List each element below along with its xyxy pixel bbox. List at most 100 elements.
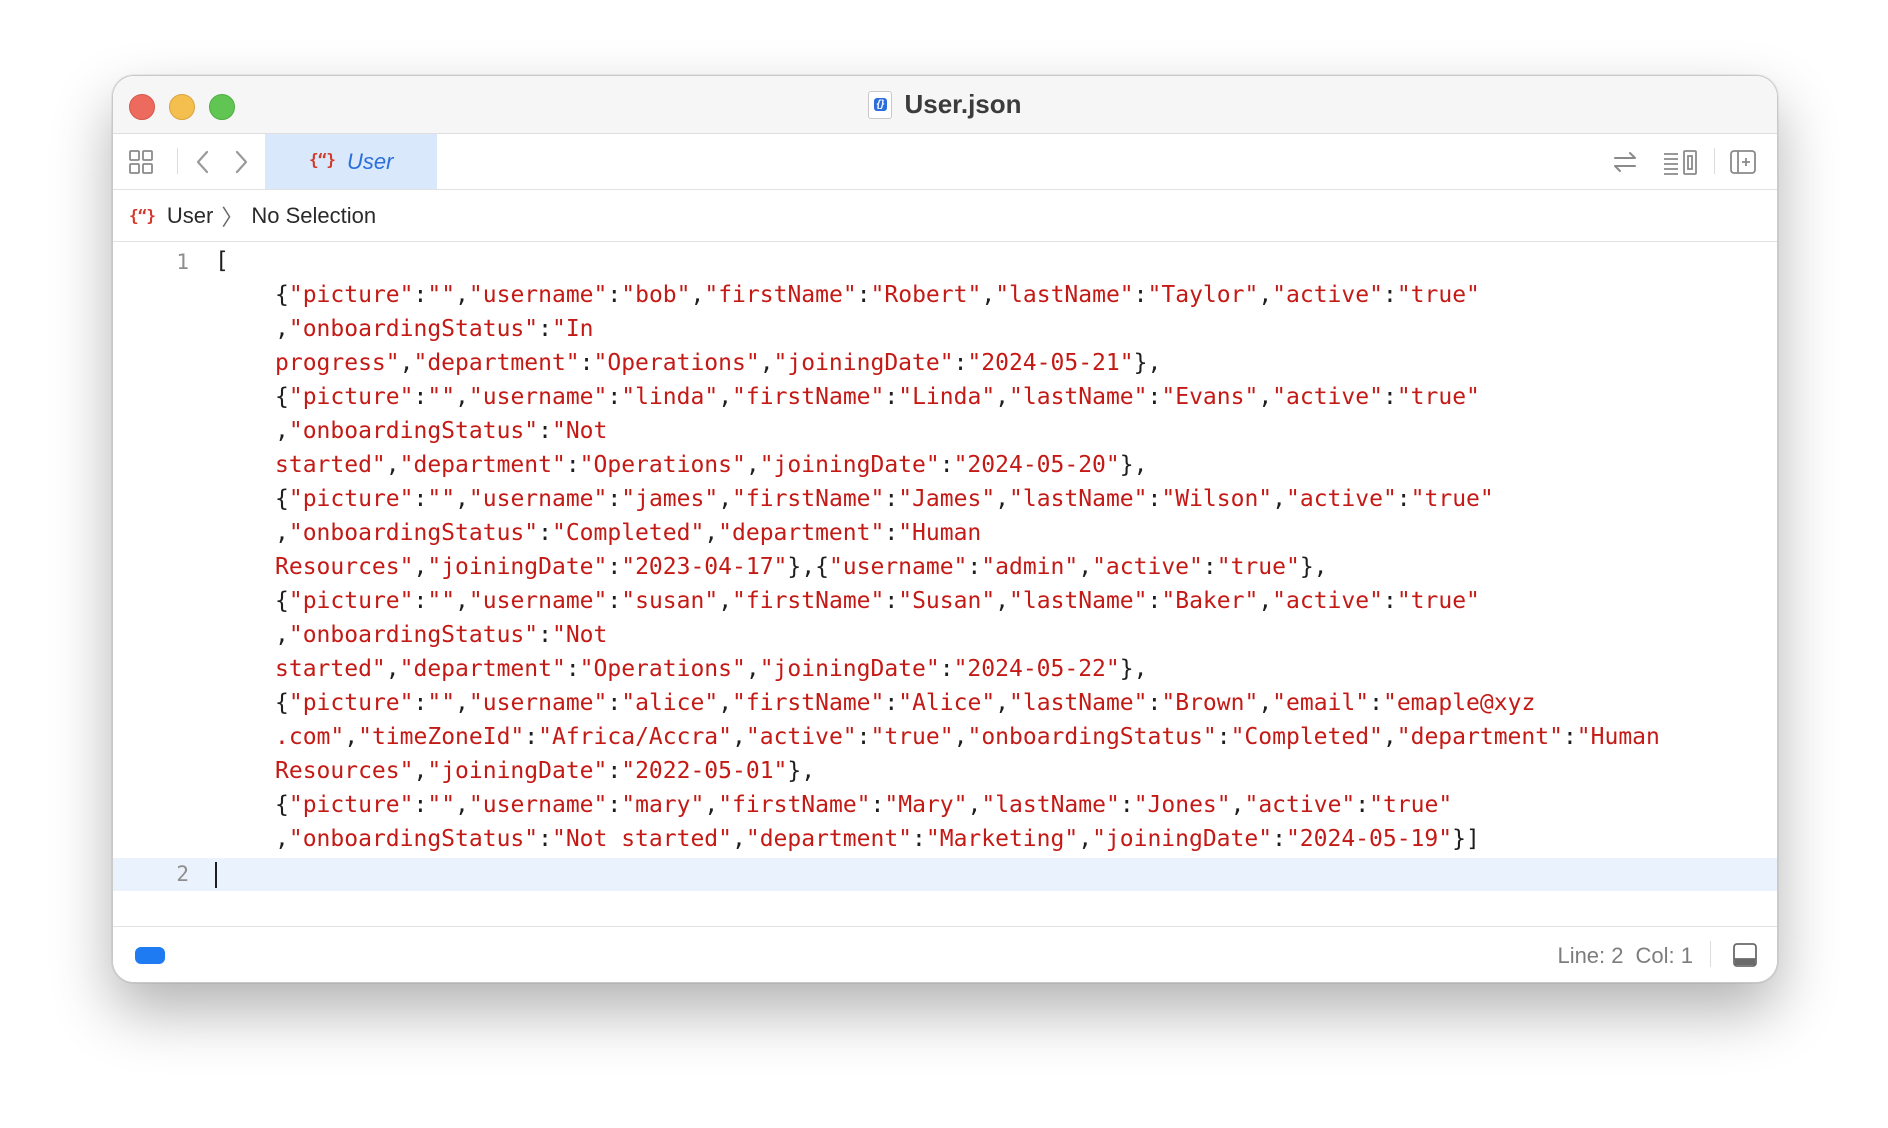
string-token: "Completed" [551,520,705,546]
string-token: "department" [718,520,885,546]
string-token: "picture" [288,384,414,410]
string-token: "2024-05-22" [953,656,1120,682]
code-line: {"picture":"","username":"james","firstN… [275,482,1494,516]
cursor-position[interactable]: Line: 2 Col: 1 [1545,943,1693,969]
string-token: "Wilson" [1161,486,1273,512]
string-token: "joiningDate" [759,656,940,682]
punctuation-token: }, [1299,554,1328,580]
col-readout: Col: 1 [1635,943,1693,968]
toggle-panel-icon[interactable] [1731,941,1759,974]
string-token: "firstName" [732,384,885,410]
punctuation-token: : [912,826,926,852]
code-line: started","department":"Operations","join… [275,448,1147,482]
tab-label: User [347,148,394,174]
breadcrumb-file[interactable]: User [167,203,213,229]
add-editor-icon[interactable] [1728,147,1758,177]
punctuation-token: : [538,316,552,342]
string-token: "onboardingStatus" [288,418,539,444]
string-token: "" [427,384,456,410]
punctuation-token: : [1216,724,1231,750]
punctuation-token: , [995,690,1010,716]
punctuation-token: , [704,520,719,546]
swap-arrows-icon[interactable] [1610,147,1640,177]
punctuation-token: : [607,690,622,716]
string-token: "2022-05-01" [621,758,788,784]
punctuation-token: { [275,792,289,818]
punctuation-token: , [995,384,1010,410]
punctuation-token: , [1258,690,1273,716]
punctuation-token: , [731,826,746,852]
string-token: "lastName" [981,792,1120,818]
punctuation-token: : [1119,792,1134,818]
punctuation-token: , [385,452,400,478]
forward-arrow-icon[interactable] [227,148,255,176]
code-line: Resources","joiningDate":"2023-04-17"},{… [275,550,1328,584]
line-number: 1 [176,250,189,274]
code-line: {"picture":"","username":"susan","firstN… [275,584,1480,618]
status-indicator[interactable] [135,947,165,964]
string-token: "lastName" [995,282,1134,308]
string-token: "picture" [288,486,414,512]
punctuation-token: , [718,384,733,410]
string-token: "true" [1369,792,1453,818]
code-line: {"picture":"","username":"mary","firstNa… [275,788,1452,822]
punctuation-token: : [1562,724,1577,750]
string-token: "Africa/Accra" [538,724,733,750]
string-token: "true" [870,724,954,750]
string-token: "onboardingStatus" [288,316,539,342]
string-token: "Not [551,622,608,648]
punctuation-token: , [1258,588,1273,614]
breadcrumb-selection[interactable]: No Selection [251,203,376,229]
punctuation-token: : [413,486,428,512]
punctuation-token: : [884,486,899,512]
punctuation-token: , [981,282,996,308]
punctuation-token: : [538,622,552,648]
punctuation-token: , [718,588,733,614]
punctuation-token: : [1147,588,1162,614]
punctuation-token: , [1078,554,1093,580]
code-editor[interactable]: 1 2 [{"picture":"","username":"bob","fir… [113,242,1777,910]
code-line: {"picture":"","username":"alice","firstN… [275,686,1535,720]
string-token: "alice" [621,690,719,716]
string-token: "2024-05-19" [1285,826,1453,852]
string-token: "active" [1286,486,1397,512]
punctuation-token: : [413,588,428,614]
breadcrumb: {“} User 〉 No Selection [113,190,1777,242]
punctuation-token: , [732,724,746,750]
punctuation-token: : [1272,826,1286,852]
string-token: "Operations" [579,452,746,478]
string-token: "true" [1396,588,1480,614]
string-token: "Brown" [1161,690,1259,716]
string-token: "Not [551,418,608,444]
punctuation-token: : [524,724,539,750]
punctuation-token: : [413,384,428,410]
punctuation-token: : [579,350,594,376]
minimap-icon[interactable] [1661,147,1701,177]
punctuation-token: [ [215,248,229,274]
string-token: "active" [1244,792,1356,818]
punctuation-token: , [1258,384,1273,410]
string-token: "firstName" [718,792,871,818]
string-token: "Alice" [898,690,996,716]
code-line: .com","timeZoneId":"Africa/Accra","activ… [275,720,1660,754]
punctuation-token: , [344,724,359,750]
string-token: "admin" [981,554,1079,580]
string-token: "firstName" [732,690,885,716]
punctuation-token: , [745,656,760,682]
punctuation-token: , [953,724,968,750]
string-token: "Completed" [1230,724,1383,750]
punctuation-token: , [275,826,289,852]
punctuation-token: , [455,384,469,410]
back-arrow-icon[interactable] [189,148,217,176]
punctuation-token: : [607,758,622,784]
tab-user[interactable]: {“} User [265,134,437,189]
punctuation-token: , [1272,486,1287,512]
punctuation-token: : [967,554,982,580]
punctuation-token: , [967,792,982,818]
grid-icon[interactable] [127,148,155,176]
string-token: "picture" [288,588,414,614]
punctuation-token: }, [787,758,816,784]
editor-window: {} User.json {“} User {“} User 〉 No Sele… [112,75,1778,983]
punctuation-token: : [953,350,968,376]
punctuation-token: , [399,350,414,376]
